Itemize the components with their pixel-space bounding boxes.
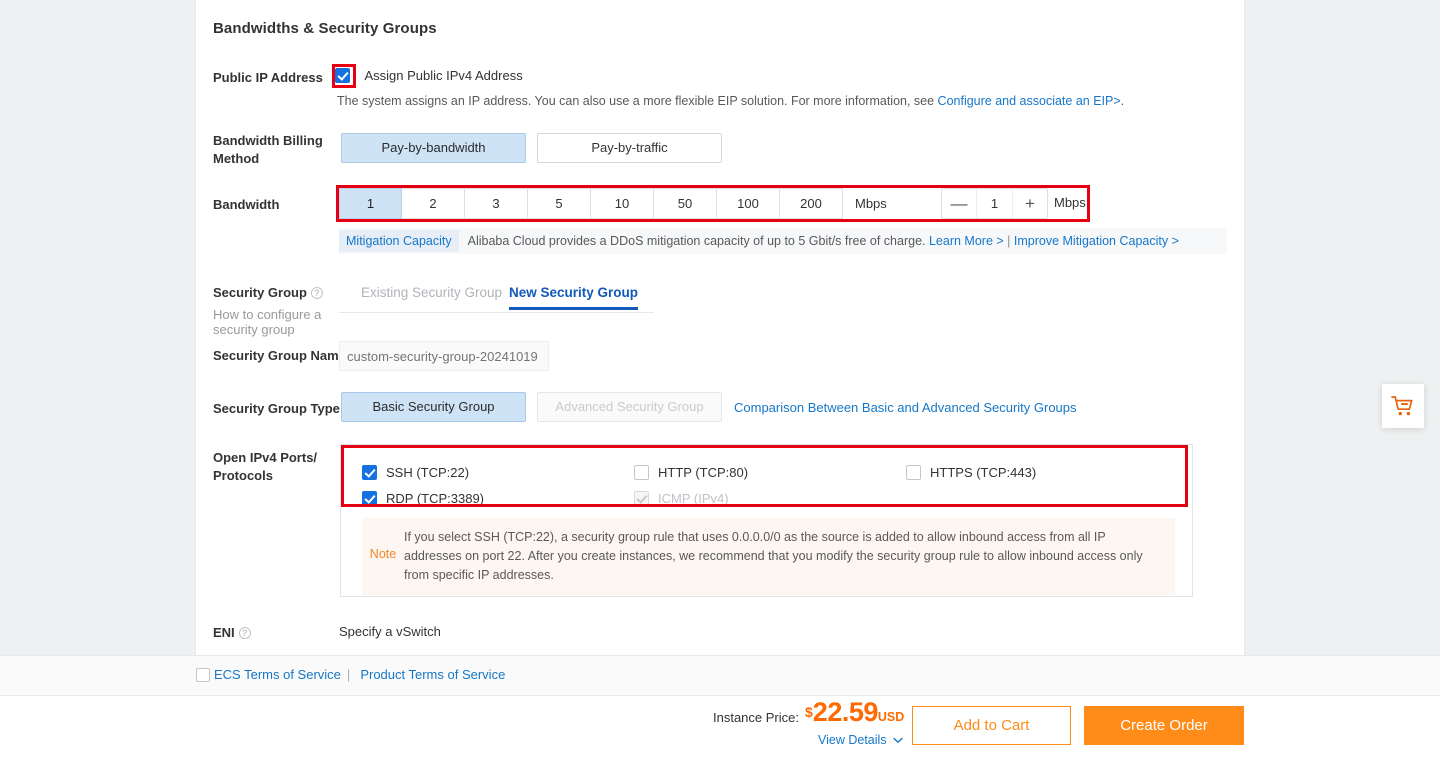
- port-checkbox-https[interactable]: HTTPS (TCP:443): [906, 464, 1037, 481]
- eni-value: Specify a vSwitch: [339, 624, 441, 639]
- help-icon[interactable]: ?: [310, 287, 323, 299]
- security-group-help-line2[interactable]: security group: [213, 321, 295, 338]
- security-group-label-text: Security Group: [213, 285, 307, 300]
- bandwidth-stepper-unit-label: Mbps: [1054, 195, 1086, 210]
- chevron-down-icon: [893, 737, 903, 744]
- port-checkbox-rdp[interactable]: RDP (TCP:3389): [362, 490, 485, 507]
- public-ip-description-text: The system assigns an IP address. You ca…: [337, 94, 938, 108]
- rdp-checkbox-icon[interactable]: [362, 491, 377, 507]
- port-label-icmp: ICMP (IPv4): [658, 491, 729, 507]
- security-group-type-advanced: Advanced Security Group: [537, 392, 722, 422]
- security-group-comparison-link[interactable]: Comparison Between Basic and Advanced Se…: [734, 400, 1077, 415]
- bandwidth-value-input[interactable]: 1: [976, 189, 1013, 218]
- bandwidth-unit-label: Mbps: [855, 196, 887, 211]
- price-amount: 22.59: [812, 697, 879, 727]
- terms-separator: |: [346, 667, 351, 682]
- price-currency-symbol: $: [805, 704, 813, 720]
- port-checkbox-http[interactable]: HTTP (TCP:80): [634, 464, 749, 481]
- bandwidth-preset-100[interactable]: 100: [717, 188, 780, 219]
- bandwidth-preset-5[interactable]: 5: [528, 188, 591, 219]
- billing-option-pay-by-bandwidth[interactable]: Pay-by-bandwidth: [341, 133, 526, 163]
- bandwidth-label: Bandwidth: [213, 197, 280, 212]
- tab-existing-security-group[interactable]: Existing Security Group: [361, 285, 502, 307]
- bandwidth-preset-50[interactable]: 50: [654, 188, 717, 219]
- port-label-ssh: SSH (TCP:22): [386, 465, 470, 481]
- bandwidth-preset-200[interactable]: 200: [780, 188, 843, 219]
- tab-new-security-group[interactable]: New Security Group: [509, 285, 639, 310]
- view-details-label: View Details: [818, 733, 887, 747]
- public-ip-description-period: .: [1120, 94, 1125, 108]
- security-group-tabs: Existing Security Group New Security Gro…: [339, 285, 654, 313]
- port-checkbox-icmp: ICMP (IPv4): [634, 490, 729, 507]
- https-checkbox-icon[interactable]: [906, 465, 921, 481]
- security-group-type-label: Security Group Type: [213, 401, 340, 416]
- price-currency-code: USD: [877, 710, 905, 724]
- security-group-label: Security Group?: [213, 284, 323, 301]
- product-terms-link[interactable]: Product Terms of Service: [360, 667, 505, 682]
- floating-cart-button[interactable]: [1382, 384, 1424, 428]
- security-group-name-label: Security Group Name: [213, 348, 346, 363]
- assign-public-ip-row[interactable]: Assign Public IPv4 Address: [335, 67, 523, 85]
- open-ports-panel: SSH (TCP:22) HTTP (TCP:80) HTTPS (TCP:44…: [340, 444, 1193, 597]
- public-ip-label: Public IP Address: [213, 70, 323, 85]
- instance-price-label: Instance Price:: [713, 710, 799, 725]
- billing-method-label-line1: Bandwidth Billing: [213, 133, 323, 148]
- shopping-cart-icon: [1391, 396, 1413, 416]
- learn-more-link[interactable]: Learn More >: [929, 234, 1004, 248]
- add-to-cart-button[interactable]: Add to Cart: [912, 706, 1071, 745]
- improve-mitigation-capacity-link[interactable]: Improve Mitigation Capacity >: [1014, 234, 1179, 248]
- mitigation-link-separator: |: [1003, 234, 1014, 248]
- eni-label-text: ENI: [213, 625, 235, 640]
- mitigation-capacity-bar: Mitigation Capacity Alibaba Cloud provid…: [339, 228, 1227, 254]
- bandwidth-stepper[interactable]: — 1 +: [941, 188, 1048, 219]
- open-ports-label-line1: Open IPv4 Ports/: [213, 450, 318, 465]
- security-group-name-input[interactable]: [339, 341, 549, 371]
- assign-public-ip-label: Assign Public IPv4 Address: [364, 68, 523, 84]
- create-order-button[interactable]: Create Order: [1084, 706, 1244, 745]
- bandwidth-decrement-button[interactable]: —: [942, 189, 976, 218]
- ecs-terms-link[interactable]: ECS Terms of Service: [214, 667, 341, 682]
- note-text: If you select SSH (TCP:22), a security g…: [404, 530, 1143, 582]
- bandwidth-preset-1[interactable]: 1: [339, 188, 402, 219]
- bandwidth-increment-button[interactable]: +: [1013, 189, 1047, 218]
- note-tag: Note: [369, 547, 397, 561]
- bandwidth-preset-10[interactable]: 10: [591, 188, 654, 219]
- mitigation-text-body: Alibaba Cloud provides a DDoS mitigation…: [467, 234, 929, 248]
- port-label-https: HTTPS (TCP:443): [930, 465, 1037, 481]
- page-root: Bandwidths & Security Groups Public IP A…: [0, 0, 1440, 763]
- ssh-note: Note If you select SSH (TCP:22), a secur…: [362, 518, 1175, 595]
- public-ip-description: The system assigns an IP address. You ca…: [337, 94, 1124, 108]
- assign-public-ip-checkbox[interactable]: [335, 68, 350, 84]
- port-label-rdp: RDP (TCP:3389): [386, 491, 485, 507]
- terms-row: ECS Terms of Service | Product Terms of …: [196, 667, 505, 682]
- instance-price-value: $22.59USD: [805, 697, 904, 728]
- port-label-http: HTTP (TCP:80): [658, 465, 749, 481]
- mitigation-capacity-tag: Mitigation Capacity: [339, 230, 459, 252]
- security-group-type-basic[interactable]: Basic Security Group: [341, 392, 526, 422]
- eni-help-icon[interactable]: ?: [238, 627, 251, 639]
- eni-label: ENI?: [213, 624, 251, 641]
- config-panel: Bandwidths & Security Groups Public IP A…: [195, 0, 1245, 655]
- bandwidth-preset-group[interactable]: 1 2 3 5 10 50 100 200 Mbps: [339, 188, 887, 219]
- ssh-checkbox-icon[interactable]: [362, 465, 377, 481]
- page-title: Bandwidths & Security Groups: [213, 20, 437, 37]
- open-ports-label-line2: Protocols: [213, 468, 273, 483]
- http-checkbox-icon[interactable]: [634, 465, 649, 481]
- billing-method-label-line2: Method: [213, 151, 260, 166]
- icmp-checkbox-icon: [634, 491, 649, 507]
- page-left-gutter: [0, 0, 195, 655]
- mitigation-capacity-text: Alibaba Cloud provides a DDoS mitigation…: [468, 234, 1179, 248]
- terms-checkbox[interactable]: [196, 667, 210, 682]
- bandwidth-preset-3[interactable]: 3: [465, 188, 528, 219]
- view-details-toggle[interactable]: View Details: [818, 733, 903, 747]
- configure-eip-link[interactable]: Configure and associate an EIP>: [938, 94, 1121, 108]
- bandwidth-preset-2[interactable]: 2: [402, 188, 465, 219]
- port-checkbox-ssh[interactable]: SSH (TCP:22): [362, 464, 470, 481]
- billing-option-pay-by-traffic[interactable]: Pay-by-traffic: [537, 133, 722, 163]
- page-right-gutter: [1245, 0, 1440, 655]
